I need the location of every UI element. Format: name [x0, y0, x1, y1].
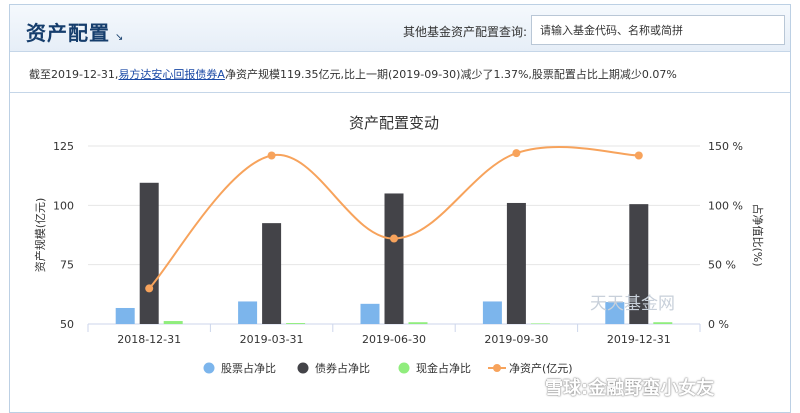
- asset-allocation-chart: 资产配置变动 50 75 100 125 0 % 50 % 100 % 150 % 资产规模(亿元…: [33, 114, 765, 375]
- stock-ratio-bar: [482, 301, 502, 324]
- bond-ratio-bar: [262, 223, 282, 324]
- net-assets-point: [634, 151, 643, 160]
- cash-ratio-bar: [408, 322, 428, 324]
- y-left-tick-label: 75: [60, 259, 74, 272]
- legend-marker: [203, 362, 215, 374]
- legend-label: 股票占净比: [221, 361, 276, 375]
- x-tick-label: 2019-12-31: [607, 333, 671, 346]
- y-right-tick-label: 100 %: [708, 199, 743, 212]
- y-right-tick-label: 150 %: [708, 140, 743, 153]
- y-right-axis-label: 占净值比(%): [751, 203, 765, 266]
- cash-ratio-bar: [286, 323, 306, 324]
- net-assets-point: [267, 151, 276, 160]
- cash-ratio-bar: [530, 323, 550, 324]
- net-assets-point: [512, 149, 521, 158]
- y-right-tick-label: 50 %: [708, 259, 736, 272]
- legend-label: 净资产(亿元): [509, 361, 573, 375]
- stock-ratio-bar: [360, 303, 380, 324]
- bond-ratio-bar: [384, 193, 404, 324]
- y-right-tick-label: 0 %: [708, 318, 729, 331]
- legend-marker: [398, 362, 410, 374]
- cash-ratio-bar: [653, 322, 673, 324]
- legend-label: 债券占净比: [315, 361, 370, 375]
- stock-ratio-bar: [238, 301, 258, 324]
- cash-ratio-bar: [163, 321, 183, 324]
- xueqiu-watermark: 雪球:金融野蛮小女友: [545, 378, 715, 399]
- y-left-tick-label: 100: [53, 199, 74, 212]
- bond-ratio-bar: [139, 182, 159, 324]
- y-left-tick-label: 50: [60, 318, 74, 331]
- x-tick-label: 2019-09-30: [484, 333, 548, 346]
- x-tick-label: 2019-06-30: [362, 333, 426, 346]
- x-tick-label: 2019-03-31: [240, 333, 304, 346]
- bond-ratio-bar: [506, 202, 526, 324]
- stock-ratio-bar: [115, 307, 135, 324]
- legend-marker: [297, 362, 309, 374]
- legend-label: 现金占净比: [416, 361, 471, 375]
- y-left-axis-label: 资产规模(亿元): [33, 198, 47, 273]
- net-assets-point: [390, 234, 398, 243]
- y-left-tick-label: 125: [53, 140, 74, 153]
- net-assets-point: [145, 284, 154, 293]
- x-tick-label: 2018-12-31: [117, 333, 181, 346]
- tiantian-watermark: 天天基金网: [590, 294, 675, 314]
- legend-marker: [493, 364, 501, 372]
- chart-title: 资产配置变动: [349, 114, 439, 132]
